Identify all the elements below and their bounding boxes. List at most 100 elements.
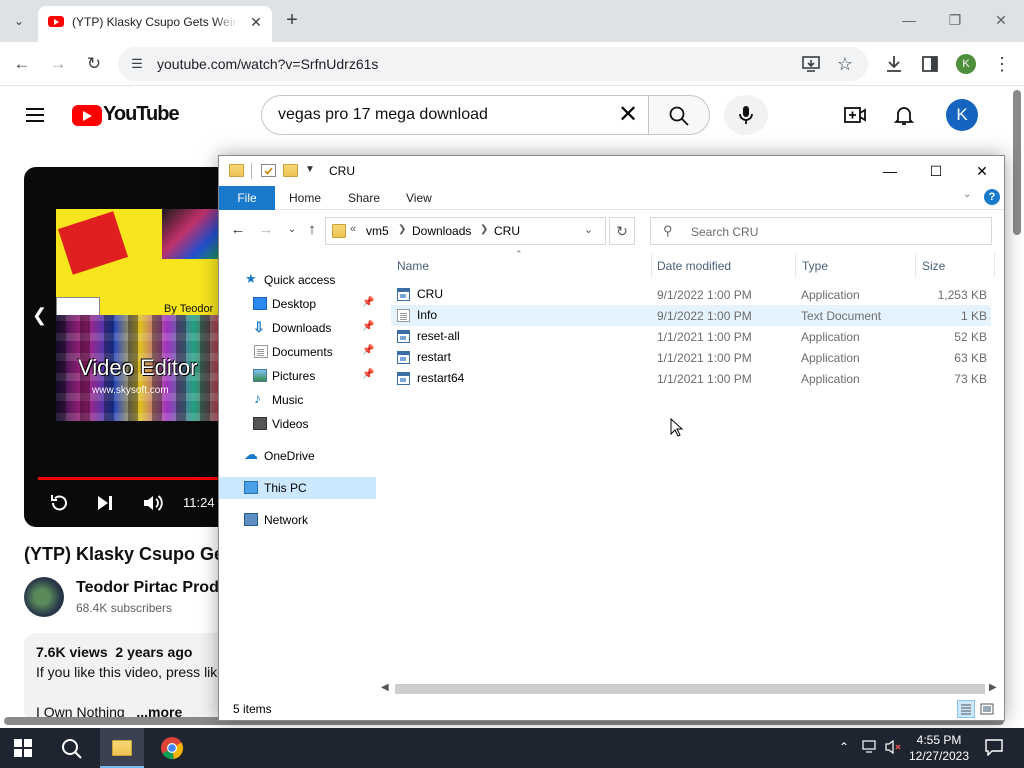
- next-video-icon[interactable]: [96, 494, 114, 512]
- explorer-minimize-icon[interactable]: —: [867, 156, 913, 186]
- taskbar-chrome-icon[interactable]: [152, 728, 192, 768]
- nav-item-downloads[interactable]: ⇩ Downloads 📌: [219, 317, 376, 339]
- video-description[interactable]: 7.6K views 2 years ago If you like this …: [24, 633, 225, 723]
- explorer-horizontal-scrollbar[interactable]: ◀ ▶: [379, 682, 1001, 696]
- reload-icon[interactable]: ↻: [80, 50, 108, 78]
- ribbon-tab-share[interactable]: Share: [348, 191, 380, 205]
- notification-center-icon[interactable]: [984, 738, 1004, 757]
- column-divider[interactable]: [795, 253, 796, 277]
- notifications-bell-icon[interactable]: [893, 103, 915, 127]
- chrome-menu-icon[interactable]: ⋮: [988, 50, 1016, 78]
- expand-ribbon-icon[interactable]: ⌄: [963, 189, 971, 200]
- column-header-type[interactable]: Type: [802, 259, 828, 273]
- close-window-icon[interactable]: ✕: [986, 8, 1016, 32]
- column-divider[interactable]: [994, 253, 995, 277]
- file-row[interactable]: CRU 9/1/2022 1:00 PM Application 1,253 K…: [391, 284, 991, 305]
- tab-search-icon[interactable]: ⌄: [6, 8, 32, 34]
- side-panel-icon[interactable]: [919, 53, 941, 75]
- breadcrumb-separator-icon[interactable]: ❯: [480, 224, 488, 235]
- file-row[interactable]: reset-all 1/1/2021 1:00 PM Application 5…: [391, 326, 991, 347]
- youtube-logo-icon[interactable]: [72, 105, 102, 126]
- downloads-icon[interactable]: [883, 53, 905, 75]
- replay-icon[interactable]: [48, 492, 70, 514]
- file-row[interactable]: Info 9/1/2022 1:00 PM Text Document 1 KB: [391, 305, 991, 326]
- video-progress-bar[interactable]: [38, 477, 224, 480]
- page-vertical-scrollbar[interactable]: [1010, 90, 1024, 720]
- ribbon-tab-home[interactable]: Home: [289, 191, 321, 205]
- hamburger-menu-icon[interactable]: [24, 104, 48, 126]
- explorer-forward-icon[interactable]: →: [255, 219, 277, 241]
- ribbon-tab-file[interactable]: File: [219, 186, 275, 210]
- recent-locations-icon[interactable]: ⌄: [281, 219, 303, 241]
- explorer-close-icon[interactable]: ✕: [959, 156, 1005, 186]
- nav-item-this-pc[interactable]: This PC: [219, 477, 376, 499]
- previous-chevron-icon[interactable]: ❮: [32, 305, 47, 326]
- youtube-search-button[interactable]: [648, 95, 710, 135]
- file-row[interactable]: restart 1/1/2021 1:00 PM Application 63 …: [391, 347, 991, 368]
- nav-item-documents[interactable]: Documents 📌: [219, 341, 376, 363]
- explorer-search-input[interactable]: ⚲ Search CRU: [650, 217, 992, 245]
- details-view-icon[interactable]: [957, 700, 975, 718]
- show-hidden-icons-icon[interactable]: ⌃: [839, 740, 849, 754]
- help-icon[interactable]: ?: [984, 189, 1000, 205]
- youtube-logo-text[interactable]: YouTube: [103, 103, 180, 126]
- address-bar[interactable]: ☰ youtube.com/watch?v=SrfnUdrz61s ☆: [118, 47, 868, 81]
- page-vertical-scroll-thumb[interactable]: [1013, 90, 1021, 235]
- nav-item-videos[interactable]: Videos: [219, 413, 376, 435]
- restore-icon[interactable]: ❐: [940, 8, 970, 32]
- taskbar-file-explorer-icon[interactable]: [100, 728, 144, 768]
- refresh-icon[interactable]: ↻: [609, 217, 635, 245]
- youtube-search-input[interactable]: vegas pro 17 mega download ✕: [261, 95, 649, 135]
- volume-muted-tray-icon[interactable]: [884, 739, 902, 755]
- column-header-size[interactable]: Size: [922, 259, 945, 273]
- nav-item-desktop[interactable]: Desktop 📌: [219, 293, 376, 315]
- breadcrumb-separator-icon[interactable]: ❯: [398, 224, 406, 235]
- customize-quick-access-icon[interactable]: ▼: [305, 164, 315, 175]
- nav-item-onedrive[interactable]: ☁ OneDrive: [219, 445, 376, 467]
- create-video-icon[interactable]: [843, 104, 867, 126]
- new-tab-icon[interactable]: +: [280, 9, 304, 33]
- file-row[interactable]: restart64 1/1/2021 1:00 PM Application 7…: [391, 368, 991, 389]
- windows-start-icon[interactable]: [14, 739, 32, 757]
- channel-avatar[interactable]: [24, 577, 64, 617]
- properties-icon[interactable]: [261, 164, 276, 177]
- explorer-scroll-thumb[interactable]: [395, 684, 985, 694]
- clear-search-icon[interactable]: ✕: [614, 101, 642, 129]
- explorer-back-icon[interactable]: ←: [227, 219, 249, 241]
- column-divider[interactable]: [651, 253, 652, 277]
- ribbon-tab-view[interactable]: View: [406, 191, 432, 205]
- forward-icon[interactable]: →: [44, 50, 72, 78]
- nav-item-quick-access[interactable]: ★ Quick access: [219, 269, 376, 291]
- breadcrumb-cru[interactable]: CRU: [494, 224, 520, 238]
- tab-close-icon[interactable]: ✕: [246, 12, 266, 32]
- breadcrumb-downloads[interactable]: Downloads: [412, 224, 471, 238]
- site-info-icon[interactable]: ☰: [128, 55, 146, 73]
- address-dropdown-icon[interactable]: ⌄: [584, 223, 593, 236]
- breadcrumb-vm5[interactable]: vm5: [366, 224, 389, 238]
- column-divider[interactable]: [915, 253, 916, 277]
- overflow-chevron-icon[interactable]: «: [350, 223, 356, 235]
- scroll-left-icon[interactable]: ◀: [381, 682, 389, 693]
- bookmark-star-icon[interactable]: ☆: [834, 53, 856, 75]
- browser-tab[interactable]: (YTP) Klasky Csupo Gets Weirder ✕: [38, 6, 272, 42]
- nav-item-pictures[interactable]: Pictures 📌: [219, 365, 376, 387]
- youtube-account-avatar[interactable]: K: [946, 99, 978, 131]
- large-icons-view-icon[interactable]: [979, 701, 995, 717]
- voice-search-button[interactable]: [724, 95, 768, 135]
- taskbar-search-icon[interactable]: [60, 737, 84, 761]
- install-app-icon[interactable]: [800, 53, 822, 75]
- column-header-date[interactable]: Date modified: [657, 259, 731, 273]
- profile-avatar[interactable]: K: [956, 54, 976, 74]
- explorer-title-bar[interactable]: ▼ CRU — ☐ ✕: [219, 156, 1004, 186]
- explorer-address-bar[interactable]: « vm5 ❯ Downloads ❯ CRU ⌄: [325, 217, 606, 245]
- back-icon[interactable]: ←: [8, 50, 36, 78]
- scroll-right-icon[interactable]: ▶: [989, 682, 997, 693]
- network-tray-icon[interactable]: [862, 740, 878, 754]
- column-header-name[interactable]: Name: [397, 259, 429, 273]
- minimize-icon[interactable]: —: [894, 8, 924, 32]
- nav-item-music[interactable]: ♪ Music: [219, 389, 376, 411]
- taskbar-clock[interactable]: 4:55 PM 12/27/2023: [903, 732, 975, 764]
- new-folder-icon[interactable]: [283, 164, 298, 177]
- volume-icon[interactable]: [142, 493, 164, 513]
- explorer-maximize-icon[interactable]: ☐: [913, 156, 959, 186]
